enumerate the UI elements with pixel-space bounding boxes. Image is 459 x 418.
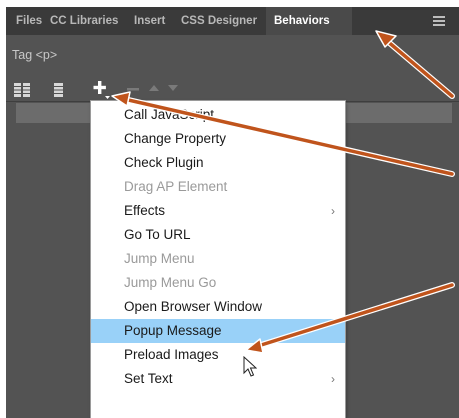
panel-menu-icon[interactable] (433, 16, 445, 26)
tab-css-designer[interactable]: CSS Designer (181, 7, 257, 35)
show-all-events-icon[interactable] (54, 82, 63, 98)
menu-item-go-to-url[interactable]: Go To URL (91, 223, 345, 247)
move-up-icon[interactable] (149, 85, 159, 91)
tab-behaviors[interactable]: Behaviors (266, 7, 352, 35)
show-set-events-icon[interactable] (14, 82, 30, 98)
panel-tab-bar: Files CC Libraries Insert CSS Designer B… (6, 7, 459, 35)
tab-files[interactable]: Files (16, 7, 42, 35)
submenu-chevron-icon: › (331, 204, 335, 218)
add-behavior-icon[interactable] (92, 80, 110, 100)
menu-item-jump-menu[interactable]: Jump Menu (91, 247, 345, 271)
menu-item-call-javascript[interactable]: Call JavaScript (91, 103, 345, 127)
move-down-icon[interactable] (168, 85, 178, 91)
tab-insert[interactable]: Insert (134, 7, 165, 35)
menu-item-effects[interactable]: Effects › (91, 199, 345, 223)
menu-item-drag-ap-element[interactable]: Drag AP Element (91, 175, 345, 199)
menu-item-jump-menu-go[interactable]: Jump Menu Go (91, 271, 345, 295)
mouse-pointer-icon (243, 356, 257, 377)
add-behavior-menu: Call JavaScript Change Property Check Pl… (91, 101, 345, 418)
remove-behavior-icon[interactable] (127, 88, 139, 91)
submenu-chevron-icon: › (331, 372, 335, 386)
tag-label: Tag <p> (12, 48, 58, 62)
menu-item-preload-images[interactable]: Preload Images (91, 343, 345, 367)
menu-item-popup-message[interactable]: Popup Message (91, 319, 345, 343)
behaviors-toolbar (6, 77, 459, 103)
menu-item-change-property[interactable]: Change Property (91, 127, 345, 151)
menu-item-set-text[interactable]: Set Text › (91, 367, 345, 391)
menu-item-check-plugin[interactable]: Check Plugin (91, 151, 345, 175)
menu-item-open-browser-window[interactable]: Open Browser Window (91, 295, 345, 319)
tab-cc-libraries[interactable]: CC Libraries (50, 7, 118, 35)
